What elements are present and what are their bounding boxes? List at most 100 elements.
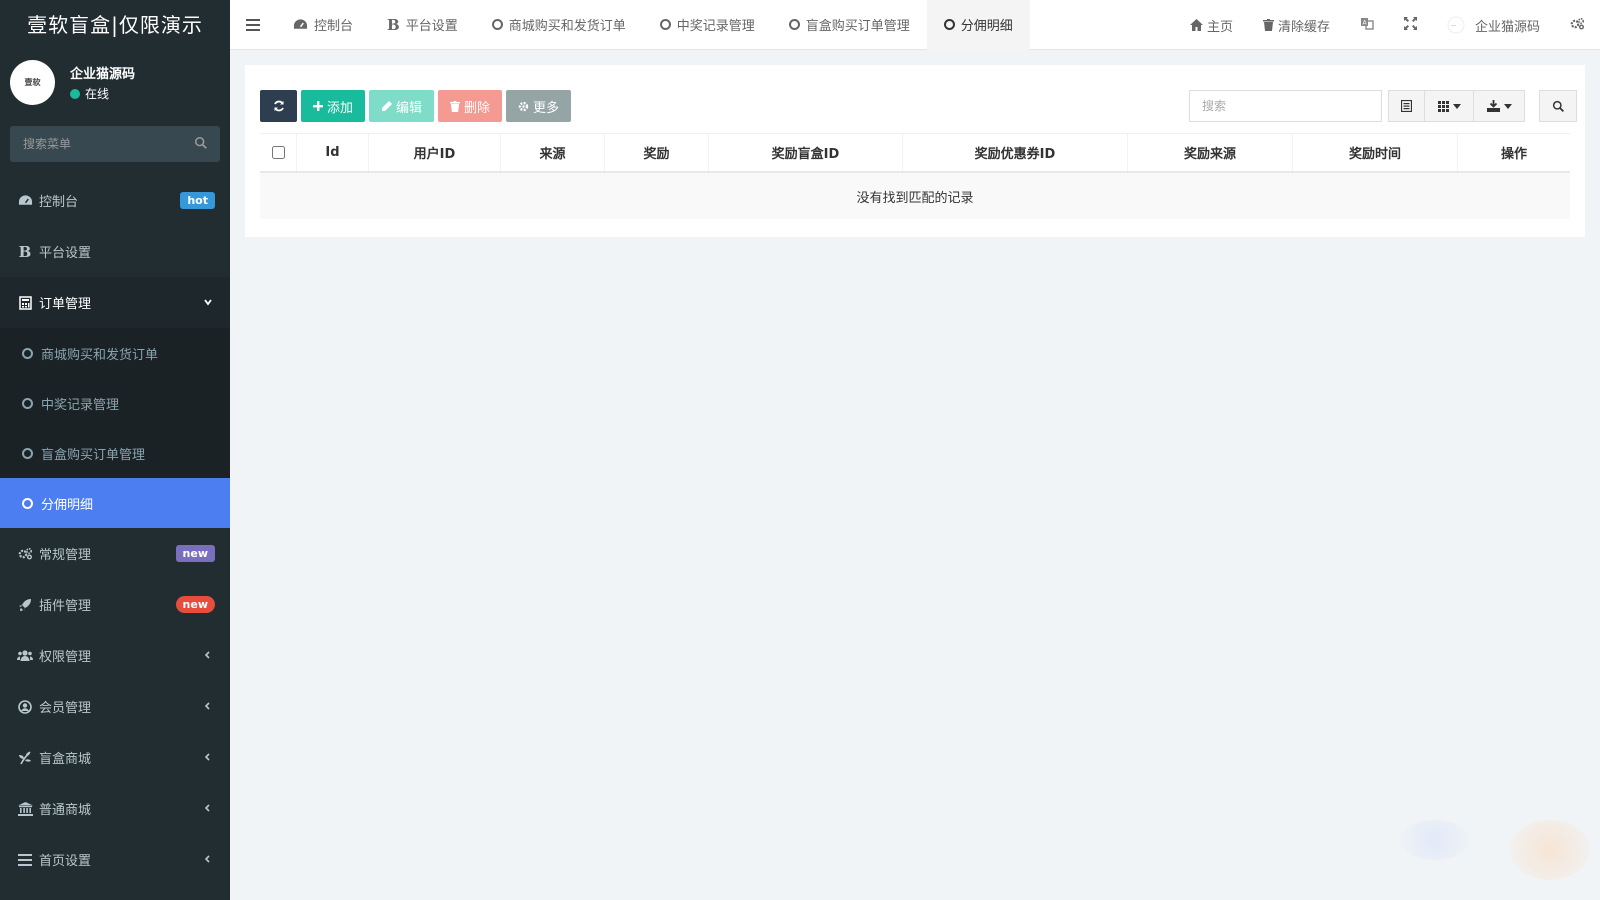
pencil-icon [381, 100, 393, 112]
table-toolbar: 添加 编辑 删除 更多 [260, 90, 572, 122]
cogs-icon [1570, 17, 1585, 34]
caret-down-icon [1503, 103, 1512, 109]
rocket-icon [17, 597, 33, 613]
content-panel: 添加 编辑 删除 更多 搜索 Id 用户ID 来源 奖励 奖励盲盒ID 奖励优惠… [245, 65, 1585, 237]
sidebar: 壹软盲盒|仅限演示 壹软 企业猫源码 在线 控制台 hot B 平台设置 订单管… [0, 0, 230, 900]
circle-icon [491, 19, 503, 30]
new-badge: new [175, 545, 215, 562]
common-search-button[interactable] [1539, 90, 1577, 122]
select-all-checkbox[interactable] [271, 146, 285, 159]
export-dropdown-button[interactable] [1474, 90, 1525, 122]
sidebar-search [10, 126, 220, 162]
sidebar-toggle-button[interactable] [230, 0, 276, 50]
chevron-left-icon [204, 753, 210, 761]
search-icon[interactable] [194, 136, 208, 150]
sidebar-item-homepage-settings[interactable]: 首页设置 [0, 834, 230, 885]
search-icon [1552, 100, 1564, 112]
home-link[interactable]: 主页 [1175, 0, 1248, 50]
column-header: 操作 [1457, 134, 1570, 171]
chevron-left-icon [204, 855, 210, 863]
bold-b-icon: B [18, 242, 32, 261]
tab-blindbox-orders[interactable]: 盲盒购买订单管理 [772, 0, 927, 50]
group-icon [17, 648, 33, 664]
dashboard-icon [293, 18, 308, 31]
user-panel: 壹软 企业猫源码 在线 [0, 50, 230, 114]
sidebar-item-normal-mall[interactable]: 普通商城 [0, 783, 230, 834]
add-button[interactable]: 添加 [301, 90, 366, 122]
sidebar-item-shop-orders[interactable]: 商城购买和发货订单 [0, 328, 230, 378]
settings-button[interactable] [1555, 0, 1600, 50]
tab-dashboard[interactable]: 控制台 [276, 0, 370, 50]
chevron-down-icon [204, 299, 212, 306]
avatar: — [1447, 16, 1465, 34]
gear-icon [518, 101, 529, 112]
more-button[interactable]: 更多 [506, 90, 572, 122]
column-header[interactable]: Id [296, 134, 368, 171]
tab-platform-settings[interactable]: B 平台设置 [370, 0, 475, 50]
decorative-glow [1510, 820, 1590, 880]
tab-prize-records[interactable]: 中奖记录管理 [643, 0, 772, 50]
toggle-view-button[interactable] [1388, 90, 1425, 122]
sidebar-item-dashboard[interactable]: 控制台 hot [0, 175, 230, 226]
column-header[interactable]: 奖励 [604, 134, 708, 171]
bold-b-icon: B [387, 15, 400, 34]
sidebar-item-plugin-management[interactable]: 插件管理 new [0, 579, 230, 630]
column-header[interactable]: 奖励来源 [1127, 134, 1292, 171]
topbar: 控制台 B 平台设置 商城购买和发货订单 中奖记录管理 盲盒购买订单管理 分佣明… [230, 0, 1600, 50]
circle-icon [788, 19, 800, 30]
column-header[interactable]: 奖励时间 [1292, 134, 1457, 171]
cogs-icon [17, 546, 33, 562]
columns-dropdown-button[interactable] [1425, 90, 1474, 122]
download-icon [1486, 100, 1500, 112]
table-header: Id 用户ID 来源 奖励 奖励盲盒ID 奖励优惠券ID 奖励来源 奖励时间 操… [260, 133, 1570, 173]
circle-icon [22, 397, 33, 409]
column-header[interactable]: 来源 [500, 134, 604, 171]
trash-icon [450, 100, 461, 112]
user-circle-icon [17, 699, 33, 715]
online-dot-icon [70, 88, 80, 99]
clear-cache-button[interactable]: 清除缓存 [1248, 0, 1345, 50]
edit-button[interactable]: 编辑 [369, 90, 435, 122]
list-icon [17, 852, 33, 868]
fullscreen-icon [1403, 16, 1417, 34]
sidebar-menu: 控制台 hot B 平台设置 订单管理 商城购买和发货订单 中奖记录管理 盲盒购… [0, 175, 230, 885]
svg-text:—: — [1451, 23, 1456, 29]
new-badge: new [175, 596, 215, 613]
column-header[interactable]: 奖励优惠券ID [902, 134, 1127, 171]
user-menu[interactable]: — 企业猫源码 [1432, 0, 1555, 50]
home-icon [1189, 19, 1203, 31]
grid-icon [1437, 100, 1449, 112]
table-search [1189, 90, 1382, 122]
chevron-left-icon [204, 702, 210, 710]
circle-icon [22, 347, 33, 359]
empty-row: 没有找到匹配的记录 [260, 173, 1570, 219]
user-name: 企业猫源码 [70, 67, 136, 82]
sidebar-item-permission-management[interactable]: 权限管理 [0, 630, 230, 681]
fullscreen-button[interactable] [1389, 0, 1432, 50]
sidebar-item-order-management[interactable]: 订单管理 [0, 277, 230, 328]
table-search-input[interactable] [1190, 91, 1381, 121]
app-title[interactable]: 壹软盲盒|仅限演示 [0, 0, 230, 50]
chevron-left-icon [204, 651, 210, 659]
tab-shop-orders[interactable]: 商城购买和发货订单 [475, 0, 643, 50]
circle-icon [22, 447, 33, 459]
sidebar-item-blindbox-orders[interactable]: 盲盒购买订单管理 [0, 428, 230, 478]
sidebar-item-platform-settings[interactable]: B 平台设置 [0, 226, 230, 277]
delete-button[interactable]: 删除 [438, 90, 503, 122]
tab-commission-details[interactable]: 分佣明细 [926, 0, 1030, 50]
sidebar-item-blindbox-mall[interactable]: 盲盒商城 [0, 732, 230, 783]
sidebar-item-general-management[interactable]: 常规管理 new [0, 528, 230, 579]
hamburger-icon [246, 18, 260, 31]
order-submenu: 商城购买和发货订单 中奖记录管理 盲盒购买订单管理 分佣明细 [0, 328, 230, 528]
menu-search-input[interactable] [10, 126, 220, 162]
column-header[interactable]: 用户ID [368, 134, 500, 171]
column-header[interactable]: 奖励盲盒ID [708, 134, 902, 171]
language-button[interactable]: A [1345, 0, 1389, 50]
sidebar-item-member-management[interactable]: 会员管理 [0, 681, 230, 732]
avatar: 壹软 [10, 60, 55, 105]
table-view-icon [1401, 100, 1412, 112]
refresh-button[interactable] [260, 90, 297, 122]
sidebar-item-commission-details[interactable]: 分佣明细 [0, 478, 230, 528]
chevron-left-icon [204, 804, 210, 812]
sidebar-item-prize-records[interactable]: 中奖记录管理 [0, 378, 230, 428]
